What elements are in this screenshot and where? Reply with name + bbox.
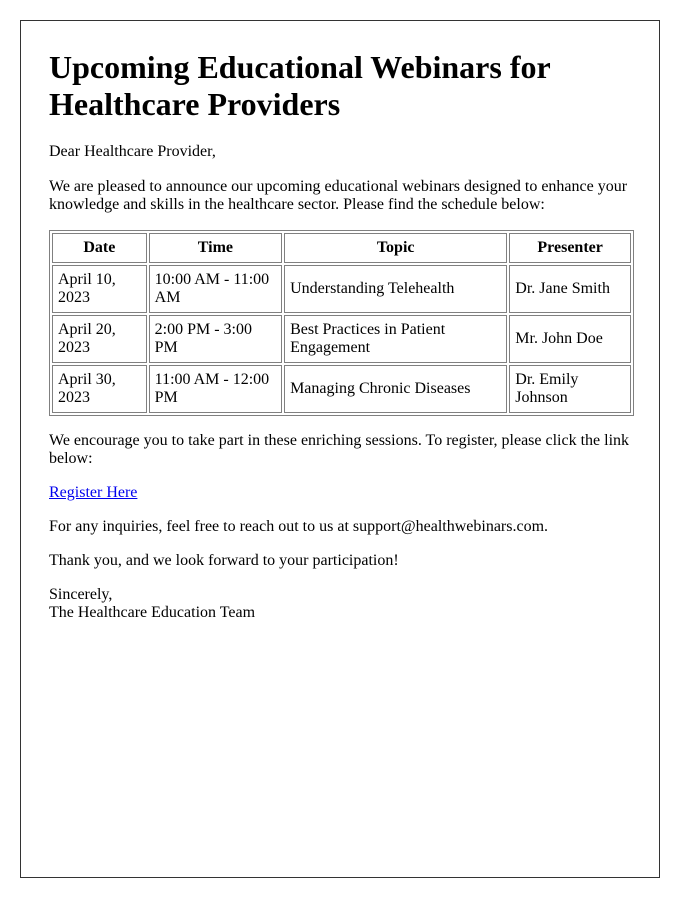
cell-topic: Best Practices in Patient Engagement <box>284 315 508 363</box>
cell-time: 2:00 PM - 3:00 PM <box>148 315 283 363</box>
column-header-date: Date <box>52 233 147 263</box>
webinar-schedule-table: Date Time Topic Presenter April 10, 2023… <box>49 230 634 416</box>
cell-time: 11:00 AM - 12:00 PM <box>148 365 283 413</box>
cell-presenter: Dr. Emily Johnson <box>509 365 631 413</box>
letter-container: Upcoming Educational Webinars for Health… <box>20 20 660 878</box>
column-header-time: Time <box>148 233 283 263</box>
page-title: Upcoming Educational Webinars for Health… <box>49 49 551 122</box>
register-paragraph: Register Here <box>49 484 631 502</box>
column-header-topic: Topic <box>284 233 508 263</box>
register-link[interactable]: Register Here <box>49 484 137 501</box>
cell-presenter: Dr. Jane Smith <box>509 265 631 313</box>
intro-paragraph: We are pleased to announce our upcoming … <box>49 178 628 213</box>
inquiries-paragraph: For any inquiries, feel free to reach ou… <box>49 518 549 535</box>
column-header-presenter: Presenter <box>509 233 631 263</box>
table-header-row: Date Time Topic Presenter <box>52 233 631 263</box>
cell-time: 10:00 AM - 11:00 AM <box>148 265 283 313</box>
cell-topic: Managing Chronic Diseases <box>284 365 508 413</box>
table-row: April 30, 2023 11:00 AM - 12:00 PM Manag… <box>52 365 631 413</box>
signoff: Sincerely, The Healthcare Education Team <box>49 586 631 622</box>
cell-date: April 20, 2023 <box>52 315 147 363</box>
signature: The Healthcare Education Team <box>49 604 256 621</box>
cell-date: April 30, 2023 <box>52 365 147 413</box>
cell-presenter: Mr. John Doe <box>509 315 631 363</box>
thanks-paragraph: Thank you, and we look forward to your p… <box>49 552 399 569</box>
cell-topic: Understanding Telehealth <box>284 265 508 313</box>
table-row: April 20, 2023 2:00 PM - 3:00 PM Best Pr… <box>52 315 631 363</box>
cell-date: April 10, 2023 <box>52 265 147 313</box>
closing: Sincerely, <box>49 586 113 603</box>
table-row: April 10, 2023 10:00 AM - 11:00 AM Under… <box>52 265 631 313</box>
encourage-paragraph: We encourage you to take part in these e… <box>49 432 630 467</box>
greeting: Dear Healthcare Provider, <box>49 143 216 160</box>
